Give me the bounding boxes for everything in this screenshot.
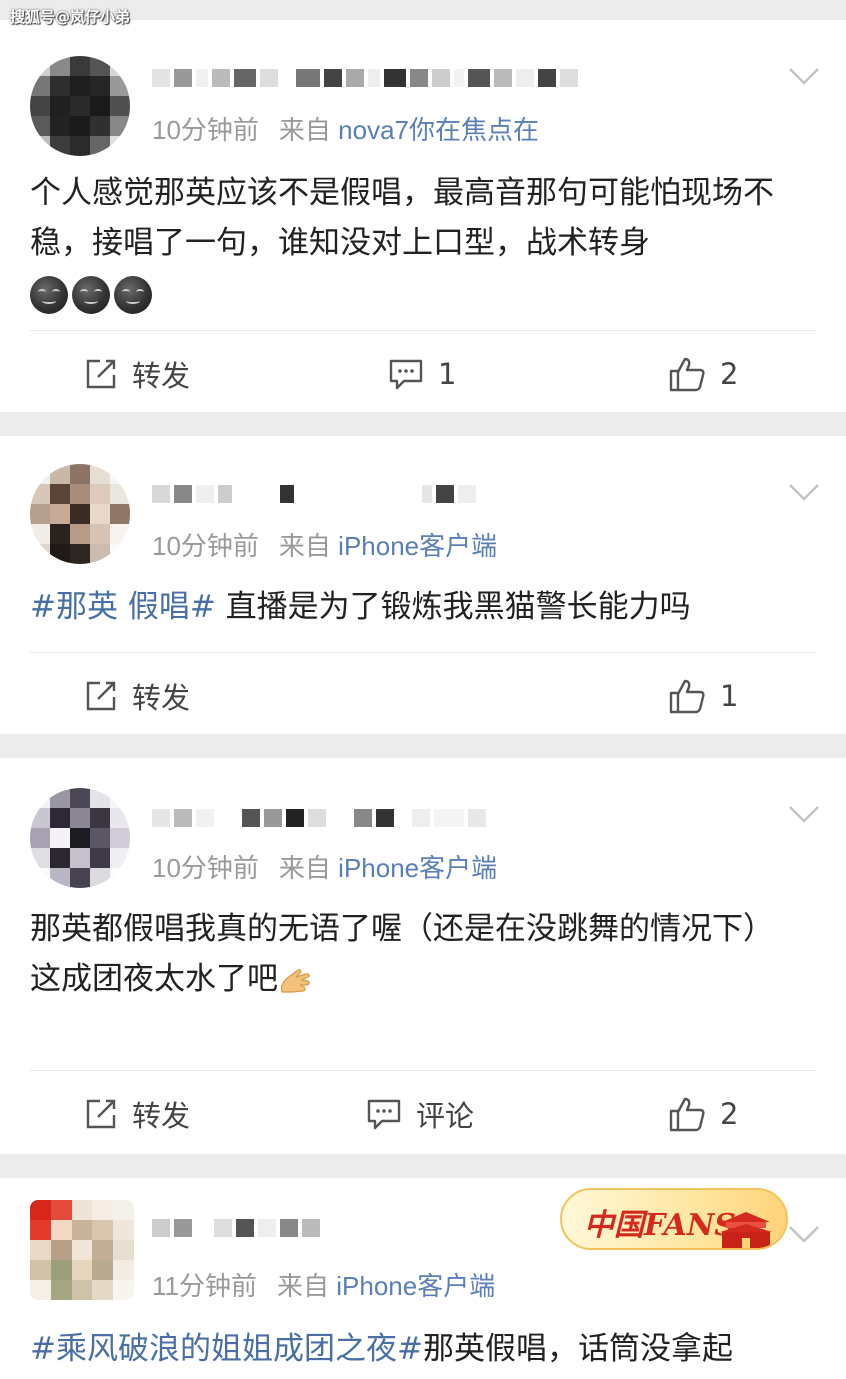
like-button[interactable]: 1 xyxy=(668,674,738,718)
post-source[interactable]: nova7你在焦点在 xyxy=(338,115,539,145)
comment-label: 评论 xyxy=(416,1099,475,1133)
post-text: #那英 假唱# 直播是为了锻炼我黑猫警长能力吗 xyxy=(30,582,816,632)
thumbs-up-icon xyxy=(669,1097,705,1132)
divider xyxy=(30,652,816,653)
post-time: 10分钟前 xyxy=(152,115,259,145)
divider xyxy=(30,330,816,331)
post-time: 10分钟前 xyxy=(152,853,259,883)
like-count: 2 xyxy=(720,1097,739,1131)
repost-button[interactable]: 转发 xyxy=(84,1092,190,1136)
post-text: 那英都假唱我真的无语了喔（还是在没跳舞的情况下） 这成团夜太水了吧 xyxy=(30,904,816,1004)
divider xyxy=(30,1070,816,1071)
gate-tower-icon xyxy=(720,1212,772,1248)
post-line-2: 这成团夜太水了吧 xyxy=(30,961,278,997)
chevron-down-icon[interactable] xyxy=(788,804,820,824)
pray-hands-emoji-icon xyxy=(280,968,310,993)
weibo-post-3: 10分钟前 来自 iPhone客户端 那英都假唱我真的无语了喔（还是在没跳舞的情况… xyxy=(0,758,846,1154)
comment-button[interactable]: 评论 xyxy=(366,1092,474,1136)
avatar[interactable] xyxy=(30,464,130,564)
post-text: #乘风破浪的姐姐成团之夜#那英假唱，话筒没拿起 xyxy=(30,1324,816,1374)
comment-icon xyxy=(367,1099,401,1130)
weibo-post-1: 10分钟前 来自 nova7你在焦点在 个人感觉那英应该不是假唱，最高音那句可能怕… xyxy=(0,20,846,412)
post-meta: 11分钟前 来自 iPhone客户端 xyxy=(152,1266,495,1303)
source-prefix: 来自 xyxy=(278,531,331,561)
repost-label: 转发 xyxy=(132,681,191,715)
avatar[interactable] xyxy=(30,788,130,888)
post-body: 那英假唱，话筒没拿起 xyxy=(422,1331,733,1367)
smirk-emoji-icon xyxy=(114,275,152,314)
smirk-emoji-icon xyxy=(72,275,110,314)
source-prefix: 来自 xyxy=(278,115,331,145)
post-text: 个人感觉那英应该不是假唱，最高音那句可能怕现场不稳，接唱了一句，谁知没对上口型，… xyxy=(30,168,816,318)
source-prefix: 来自 xyxy=(278,853,331,883)
badge-label: 中国FANS xyxy=(584,1208,736,1243)
post-body: 直播是为了锻炼我黑猫警长能力吗 xyxy=(225,589,691,625)
comment-icon xyxy=(389,359,423,390)
username-blurred[interactable] xyxy=(152,1206,320,1250)
like-button[interactable]: 2 xyxy=(668,1092,738,1136)
post-meta: 10分钟前 来自 iPhone客户端 xyxy=(152,848,497,885)
smirk-emoji-icon xyxy=(30,275,68,314)
avatar[interactable] xyxy=(30,1200,134,1300)
chevron-down-icon[interactable] xyxy=(788,66,820,86)
china-fans-badge[interactable]: 中国FANS xyxy=(560,1188,788,1250)
post-meta: 10分钟前 来自 iPhone客户端 xyxy=(152,526,497,563)
repost-label: 转发 xyxy=(132,1099,191,1133)
avatar[interactable] xyxy=(30,56,130,156)
comment-count: 1 xyxy=(438,357,457,391)
watermark: 搜狐号@岚仔小弟 xyxy=(10,8,131,26)
repost-button[interactable]: 转发 xyxy=(84,352,190,396)
repost-button[interactable]: 转发 xyxy=(84,674,190,718)
source-prefix: 来自 xyxy=(277,1271,330,1301)
hashtag-link[interactable]: #那英 假唱# xyxy=(30,589,216,625)
comment-button[interactable]: 1 xyxy=(388,352,456,396)
thumbs-up-icon xyxy=(669,357,705,392)
chevron-down-icon[interactable] xyxy=(788,482,820,502)
share-icon xyxy=(86,359,116,389)
share-icon xyxy=(86,681,116,711)
like-count: 1 xyxy=(720,679,739,713)
post-time: 11分钟前 xyxy=(152,1271,257,1301)
thumbs-up-icon xyxy=(669,679,705,714)
username-blurred[interactable] xyxy=(152,796,486,840)
post-source[interactable]: iPhone客户端 xyxy=(336,1271,495,1301)
post-time: 10分钟前 xyxy=(152,531,259,561)
share-icon xyxy=(86,1099,116,1129)
repost-label: 转发 xyxy=(132,359,191,393)
weibo-post-2: 10分钟前 来自 iPhone客户端 #那英 假唱# 直播是为了锻炼我黑猫警长能力… xyxy=(0,436,846,734)
post-body: 个人感觉那英应该不是假唱，最高音那句可能怕现场不稳，接唱了一句，谁知没对上口型，… xyxy=(30,175,774,261)
post-source[interactable]: iPhone客户端 xyxy=(338,853,497,883)
like-button[interactable]: 2 xyxy=(668,352,738,396)
chevron-down-icon[interactable] xyxy=(788,1224,820,1244)
post-line-1: 那英都假唱我真的无语了喔（还是在没跳舞的情况下） xyxy=(30,911,774,947)
post-meta: 10分钟前 来自 nova7你在焦点在 xyxy=(152,110,539,147)
like-count: 2 xyxy=(720,357,739,391)
username-blurred[interactable] xyxy=(152,472,476,516)
post-source[interactable]: iPhone客户端 xyxy=(338,531,497,561)
hashtag-link[interactable]: #乘风破浪的姐姐成团之夜# xyxy=(30,1331,423,1367)
username-blurred[interactable] xyxy=(152,56,578,100)
